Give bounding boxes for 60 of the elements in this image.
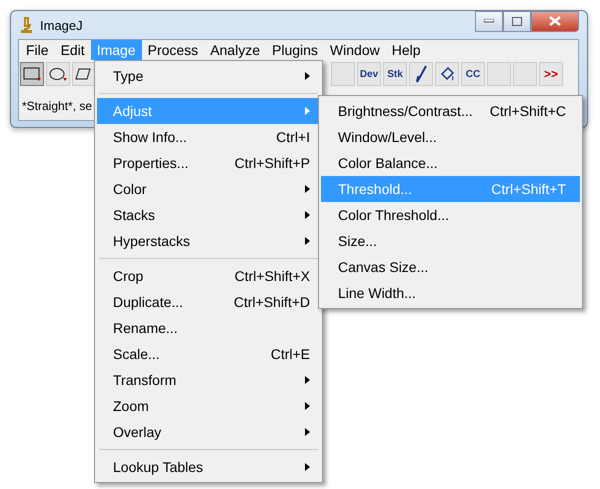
menu-item[interactable]: Help [386, 40, 427, 60]
menu-item[interactable]: Type [97, 63, 320, 89]
submenu-arrow-icon [305, 376, 310, 384]
oval-tool[interactable] [46, 62, 70, 86]
menu-item[interactable]: Lookup Tables [97, 454, 320, 480]
tool-button[interactable]: Stk [383, 62, 407, 86]
menu-item[interactable]: Color [97, 176, 320, 202]
bucket-tool[interactable] [435, 62, 459, 86]
maximize-button[interactable] [503, 10, 531, 32]
submenu-arrow-icon [305, 237, 310, 245]
menu-item[interactable]: Plugins [266, 40, 324, 60]
close-button[interactable] [531, 10, 579, 32]
status-text: *Straight*, se [22, 99, 92, 113]
menu-item[interactable]: Color Balance... [321, 150, 580, 176]
polygon-tool[interactable] [72, 62, 96, 86]
brush-icon [415, 65, 427, 83]
microscope-icon [20, 17, 32, 33]
submenu-arrow-icon [305, 107, 310, 115]
submenu-arrow-icon [305, 211, 310, 219]
menu-item[interactable]: Brightness/Contrast... Ctrl+Shift+C [321, 98, 580, 124]
menu-item[interactable]: Window/Level... [321, 124, 580, 150]
menu-item[interactable]: Line Width... [321, 280, 580, 306]
menu-item[interactable]: Size... [321, 228, 580, 254]
submenu-arrow-icon [305, 72, 310, 80]
menu-item[interactable]: Canvas Size... [321, 254, 580, 280]
tool-button[interactable]: Dev [357, 62, 381, 86]
minimize-button[interactable] [475, 10, 503, 32]
submenu-arrow-icon [305, 428, 310, 436]
more-tools-button[interactable]: >> [539, 62, 563, 86]
brush-tool[interactable] [409, 62, 433, 86]
rectangle-tool[interactable] [20, 62, 44, 86]
menu-item[interactable]: Show Info... Ctrl+I [97, 124, 320, 150]
submenu-arrow-icon [305, 463, 310, 471]
minimize-icon [484, 19, 494, 23]
menu-item[interactable]: Duplicate... Ctrl+Shift+D [97, 289, 320, 315]
menu-item[interactable]: Color Threshold... [321, 202, 580, 228]
menu-item[interactable]: Overlay [97, 419, 320, 445]
submenu-arrow-icon [305, 402, 310, 410]
close-icon [549, 16, 561, 26]
menu-item[interactable]: File [20, 40, 55, 60]
menu-item[interactable]: Properties... Ctrl+Shift+P [97, 150, 320, 176]
window-title: ImageJ [40, 18, 84, 32]
submenu-arrow-icon [305, 185, 310, 193]
menu-item[interactable]: Edit [54, 40, 91, 60]
rectangle-icon [23, 67, 41, 81]
maximize-icon [512, 16, 522, 26]
menu-item[interactable]: Crop Ctrl+Shift+X [97, 263, 320, 289]
menu-item[interactable]: Analyze [204, 40, 266, 60]
tool-button[interactable]: CC [461, 62, 485, 86]
menu-item[interactable]: Stacks [97, 202, 320, 228]
oval-icon [49, 67, 67, 81]
menu-item[interactable]: Rename... [97, 315, 320, 341]
menu-item[interactable]: Window [324, 40, 386, 60]
menu-item[interactable]: Zoom [97, 393, 320, 419]
menu-item[interactable]: Hyperstacks [97, 228, 320, 254]
bucket-icon [439, 66, 455, 82]
menu-item[interactable]: Scale... Ctrl+E [97, 341, 320, 367]
menu-item[interactable]: Process [142, 40, 204, 60]
polygon-icon [75, 67, 93, 81]
menu-item[interactable]: Transform [97, 367, 320, 393]
